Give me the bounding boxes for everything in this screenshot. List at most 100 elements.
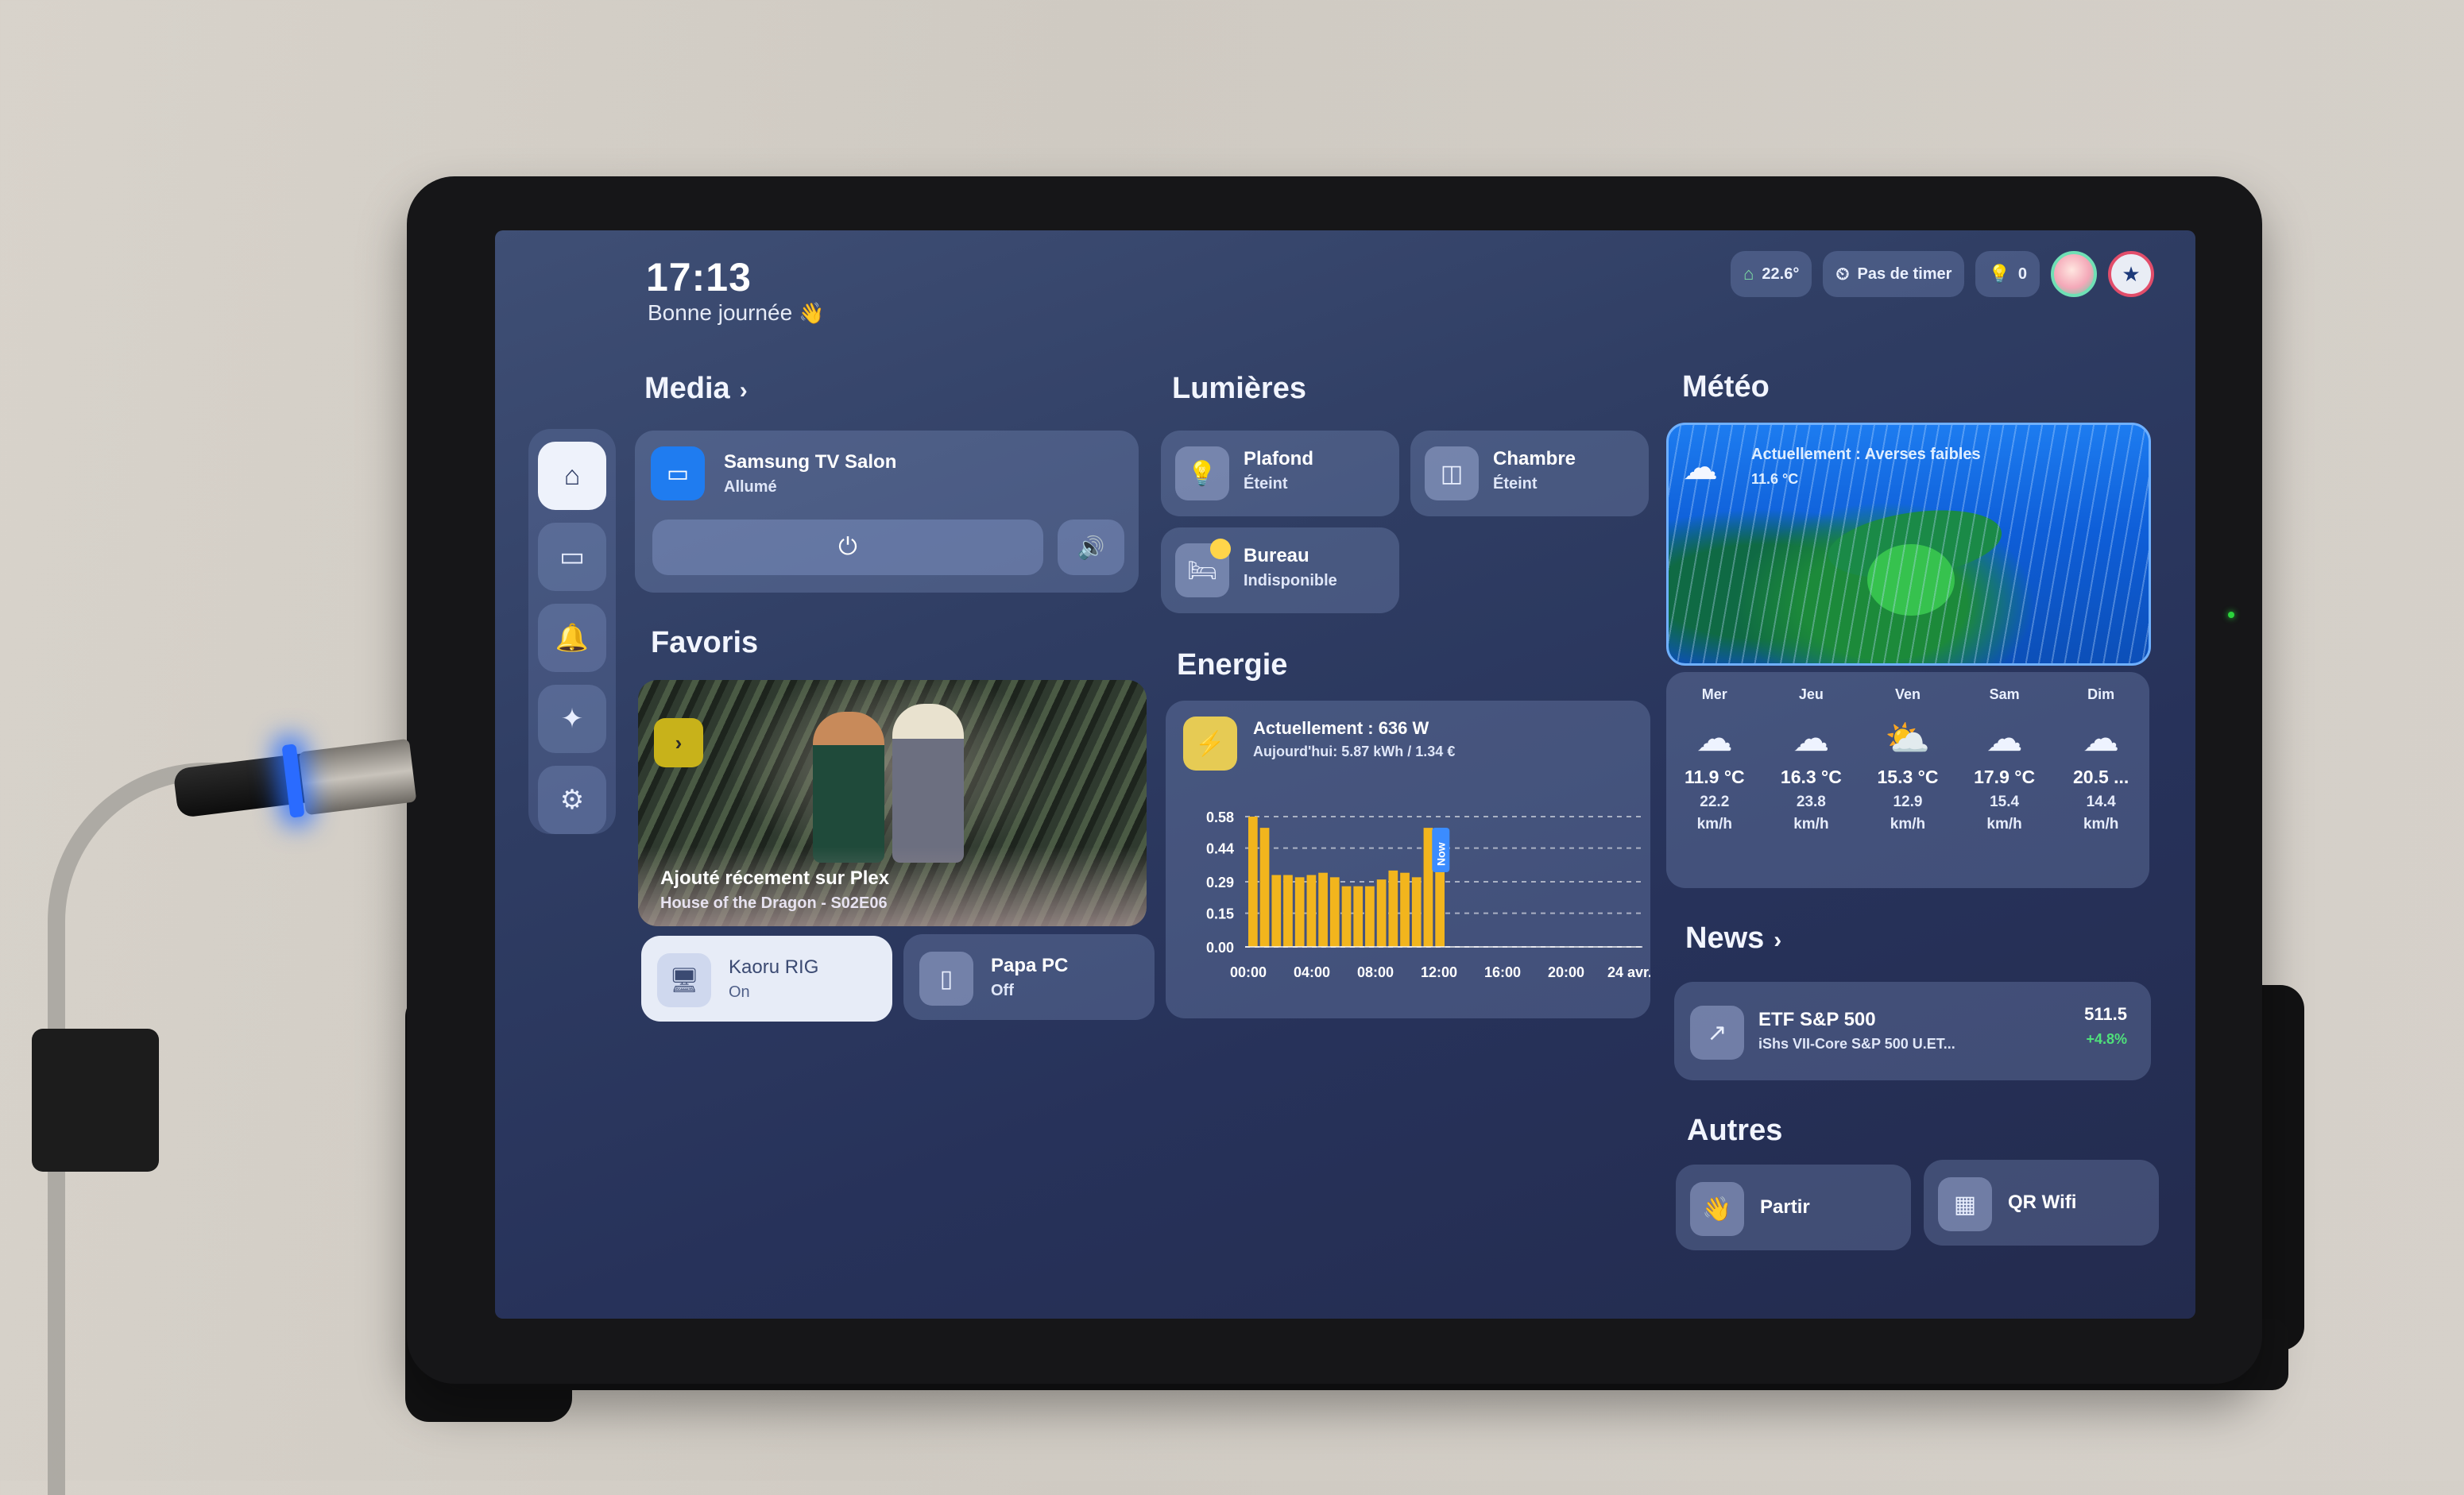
news-description: iShs VII-Core S&P 500 U.ET... — [1758, 1036, 1955, 1052]
sidebar-settings-button[interactable]: ⚙ — [538, 766, 606, 834]
chevron-right-icon: › — [1774, 927, 1782, 953]
pc-tile-papa-pc[interactable]: ▯ Papa PC Off — [903, 934, 1155, 1020]
sidebar-notifications-button[interactable]: 🔔 — [538, 604, 606, 672]
chart-bar — [1376, 879, 1387, 947]
forecast-temp: 17.9 °C — [1974, 767, 2036, 787]
light-state: Éteint — [1493, 475, 1538, 493]
forecast-temp: 20.5 ... — [2073, 767, 2129, 787]
devices-icon: ▭ — [559, 542, 586, 572]
forecast-temp: 16.3 °C — [1780, 767, 1842, 787]
forecast-day: Mer ☁ 11.9 °C 22.2 km/h — [1666, 672, 1763, 888]
chart-bar — [1248, 817, 1258, 947]
pc-name: Papa PC — [991, 955, 1069, 976]
chart-bar — [1353, 886, 1364, 947]
forecast-card[interactable]: Mer ☁ 11.9 °C 22.2 km/h Jeu ☁ 16.3 °C 23.… — [1666, 672, 2149, 888]
sidebar-home-button[interactable]: ⌂ — [538, 442, 606, 510]
chart-bar — [1294, 877, 1305, 947]
partir-button[interactable]: 👋 Partir — [1676, 1165, 1911, 1250]
chart-bar — [1283, 875, 1293, 947]
chart-bar — [1271, 875, 1282, 947]
chart-x-tick-label: 12:00 — [1421, 964, 1457, 980]
bulb-icon: 💡 — [1988, 264, 2010, 284]
cloud-icon: ☁ — [2083, 717, 2120, 759]
pc-name: Kaoru RIG — [729, 956, 819, 978]
chart-x-tick-label: 16:00 — [1484, 964, 1521, 980]
trending-up-icon: ↗ — [1690, 1006, 1744, 1060]
partly-sunny-icon: ⛅ — [1885, 717, 1931, 759]
power-button[interactable]: ⏻ — [652, 520, 1043, 575]
volume-icon: 🔊 — [1077, 535, 1105, 560]
camera-indicator — [2228, 612, 2234, 618]
energy-today: Aujourd'hui: 5.87 kWh / 1.34 € — [1253, 744, 1456, 759]
partir-label: Partir — [1760, 1196, 1810, 1218]
forecast-wind-unit: km/h — [2083, 816, 2119, 832]
volume-button[interactable]: 🔊 — [1058, 520, 1124, 575]
temperature-chip[interactable]: ⌂ 22.6° — [1731, 251, 1812, 297]
plex-title: Ajouté récement sur Plex — [660, 867, 890, 889]
header-chips: ⌂ 22.6° ⏲ Pas de timer 💡 0 ★ — [1731, 251, 2154, 297]
home-icon: ⌂ — [563, 460, 581, 491]
qr-wifi-button[interactable]: ▦ QR Wifi — [1924, 1160, 2159, 1246]
forecast-day: Dim ☁ 20.5 ... 14.4 km/h — [2052, 672, 2149, 888]
energy-section-title: Energie — [1177, 648, 1288, 682]
forecast-day-label: Sam — [1989, 686, 2020, 702]
forecast-day-label: Ven — [1894, 686, 1921, 702]
media-card[interactable]: ▭ Samsung TV Salon Allumé ⏻ 🔊 — [635, 431, 1139, 593]
dashboard-screen: 17:13 Bonne journée 👋 ⌂ 22.6° ⏲ Pas de ti… — [495, 230, 2195, 1319]
chart-y-tick-label: 0.29 — [1206, 875, 1234, 890]
light-name: Plafond — [1244, 448, 1313, 469]
lights-count-chip[interactable]: 💡 0 — [1975, 251, 2040, 297]
usb-plug-metal — [298, 738, 417, 816]
cloud-icon: ☁ — [1683, 448, 1718, 487]
forecast-wind: 12.9 — [1893, 794, 1923, 810]
power-icon: ⏻ — [838, 534, 857, 560]
lights-section-title: Lumières — [1172, 372, 1306, 405]
chart-bar — [1259, 828, 1270, 947]
forecast-wind: 15.4 — [1990, 794, 2020, 810]
plex-artwork — [813, 704, 972, 863]
forecast-wind-unit: km/h — [1696, 816, 1732, 832]
qr-wifi-label: QR Wifi — [2008, 1192, 2077, 1213]
light-tile-plafond[interactable]: 💡 Plafond Éteint — [1161, 431, 1399, 516]
greeting-text: Bonne journée — [648, 300, 793, 325]
sparkle-icon: ✦ — [560, 704, 584, 734]
plex-icon: › — [654, 718, 703, 767]
forecast-day: Ven ⛅ 15.3 °C 12.9 km/h — [1859, 672, 1956, 888]
sidebar-devices-button[interactable]: ▭ — [538, 523, 606, 591]
meteo-current-card[interactable]: ☁ Actuellement : Averses faibles 11.6 °C — [1666, 423, 2151, 666]
energy-current: Actuellement : 636 W — [1253, 718, 1429, 738]
forecast-day: Sam ☁ 17.9 °C 15.4 km/h — [1956, 672, 2053, 888]
timer-icon: ⏲ — [1835, 264, 1850, 284]
gear-icon: ⚙ — [559, 785, 585, 815]
plex-recent-card[interactable]: › Ajouté récement sur Plex House of the … — [638, 680, 1147, 926]
clock: 17:13 — [646, 255, 752, 299]
pc-state: On — [729, 983, 750, 1001]
cloud-icon: ☁ — [1696, 717, 1733, 759]
chart-x-tick-label: 08:00 — [1357, 964, 1394, 980]
chart-bar — [1341, 886, 1352, 947]
timer-chip[interactable]: ⏲ Pas de timer — [1823, 251, 1965, 297]
news-price: 511.5 — [2084, 1004, 2127, 1024]
artwork-figure — [892, 704, 964, 863]
light-tile-bureau[interactable]: 🛏 Bureau Indisponible — [1161, 527, 1399, 613]
chart-bar — [1329, 877, 1340, 947]
light-state: Indisponible — [1244, 572, 1337, 589]
meteo-section-title: Météo — [1682, 370, 1770, 404]
bell-icon: 🔔 — [555, 623, 590, 653]
sidebar-ai-button[interactable]: ✦ — [538, 685, 606, 753]
energy-card[interactable]: ⚡ Actuellement : 636 W Aujourd'hui: 5.87… — [1166, 701, 1650, 1018]
user-avatar[interactable] — [2051, 251, 2097, 297]
pc-tile-kaoru-rig[interactable]: 🖥 Kaoru RIG On — [641, 936, 892, 1022]
forecast-temp: 15.3 °C — [1877, 767, 1939, 787]
forecast-day: Jeu ☁ 16.3 °C 23.8 km/h — [1763, 672, 1860, 888]
second-avatar[interactable]: ★ — [2108, 251, 2154, 297]
chart-bar — [1400, 872, 1410, 947]
news-section-title[interactable]: News › — [1685, 921, 1781, 956]
forecast-wind-unit: km/h — [1890, 816, 1926, 832]
chart-x-tick-label: 04:00 — [1294, 964, 1330, 980]
media-section-title[interactable]: Media › — [644, 372, 748, 406]
light-tile-chambre[interactable]: ◫ Chambre Éteint — [1410, 431, 1649, 516]
forecast-wind: 14.4 — [2086, 794, 2116, 810]
news-card[interactable]: ↗ ETF S&P 500 iShs VII-Core S&P 500 U.ET… — [1674, 982, 2151, 1080]
news-ticker: ETF S&P 500 — [1758, 1009, 1876, 1030]
